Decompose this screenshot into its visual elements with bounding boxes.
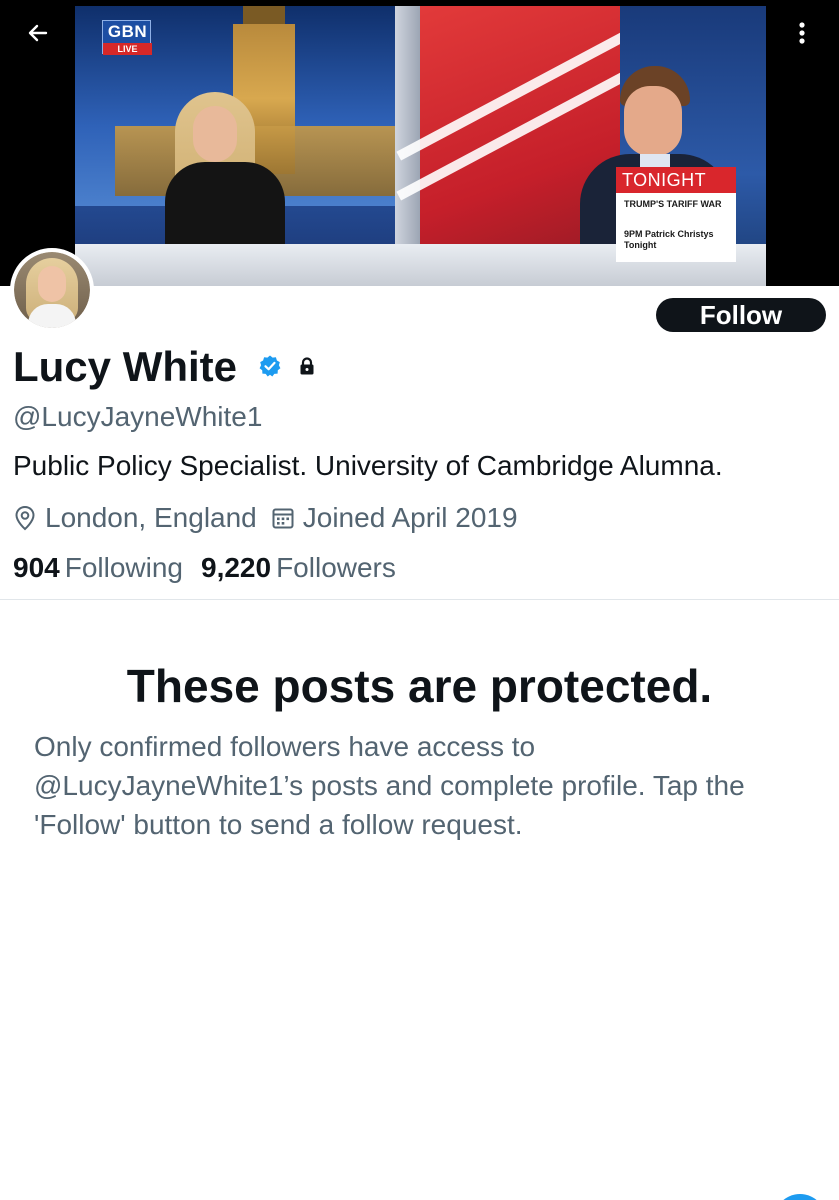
following-count[interactable]: 904 xyxy=(13,552,60,584)
protected-title: These posts are protected. xyxy=(126,660,713,712)
channel-logo-text: GBN xyxy=(107,22,148,41)
joined-item: Joined April 2019 xyxy=(271,502,518,534)
profile-bio: Public Policy Specialist. University of … xyxy=(13,450,723,481)
profile-meta: London, England Joined April 2019 xyxy=(13,500,532,536)
profile-name: Lucy White xyxy=(13,343,238,390)
profile-handle: @LucyJayneWhite1 xyxy=(13,401,263,432)
more-options-button[interactable] xyxy=(787,18,817,54)
protected-message: Only confirmed followers have access to … xyxy=(34,731,745,840)
live-label: LIVE xyxy=(103,43,152,55)
profile-banner[interactable]: GBN LIVE TONIGHT TRUMP'S TARIFF WAR 9PM … xyxy=(0,0,839,286)
followers-label[interactable]: Followers xyxy=(276,552,396,584)
more-vertical-icon xyxy=(799,22,805,44)
followers-count[interactable]: 9,220 xyxy=(201,552,271,584)
divider xyxy=(0,599,839,600)
lock-icon xyxy=(300,357,314,375)
location-pin-icon xyxy=(15,505,35,531)
joined-text: Joined April 2019 xyxy=(302,502,518,533)
location-item: London, England xyxy=(13,502,257,534)
lower-third-line1: TRUMP'S TARIFF WAR xyxy=(624,199,722,209)
following-label[interactable]: Following xyxy=(65,552,183,584)
presenter-woman xyxy=(155,92,295,252)
arrow-left-icon xyxy=(28,24,48,42)
calendar-icon xyxy=(272,508,294,529)
location-text: London, England xyxy=(45,502,257,533)
compose-button[interactable] xyxy=(774,1194,826,1200)
follow-counts: 904 Following 9,220 Followers xyxy=(13,550,414,586)
follow-button[interactable]: Follow xyxy=(656,298,826,332)
avatar[interactable] xyxy=(10,248,94,332)
back-button[interactable] xyxy=(20,20,56,52)
channel-logo: GBN LIVE xyxy=(102,20,152,55)
status-bar xyxy=(0,0,839,6)
verified-badge-icon[interactable] xyxy=(258,354,282,378)
lower-third-line2: 9PM Patrick Christys Tonight xyxy=(624,229,714,250)
banner-image: GBN LIVE TONIGHT TRUMP'S TARIFF WAR 9PM … xyxy=(75,6,766,286)
lower-third-heading: TONIGHT xyxy=(616,167,736,193)
lower-third: TONIGHT TRUMP'S TARIFF WAR 9PM Patrick C… xyxy=(616,167,736,262)
